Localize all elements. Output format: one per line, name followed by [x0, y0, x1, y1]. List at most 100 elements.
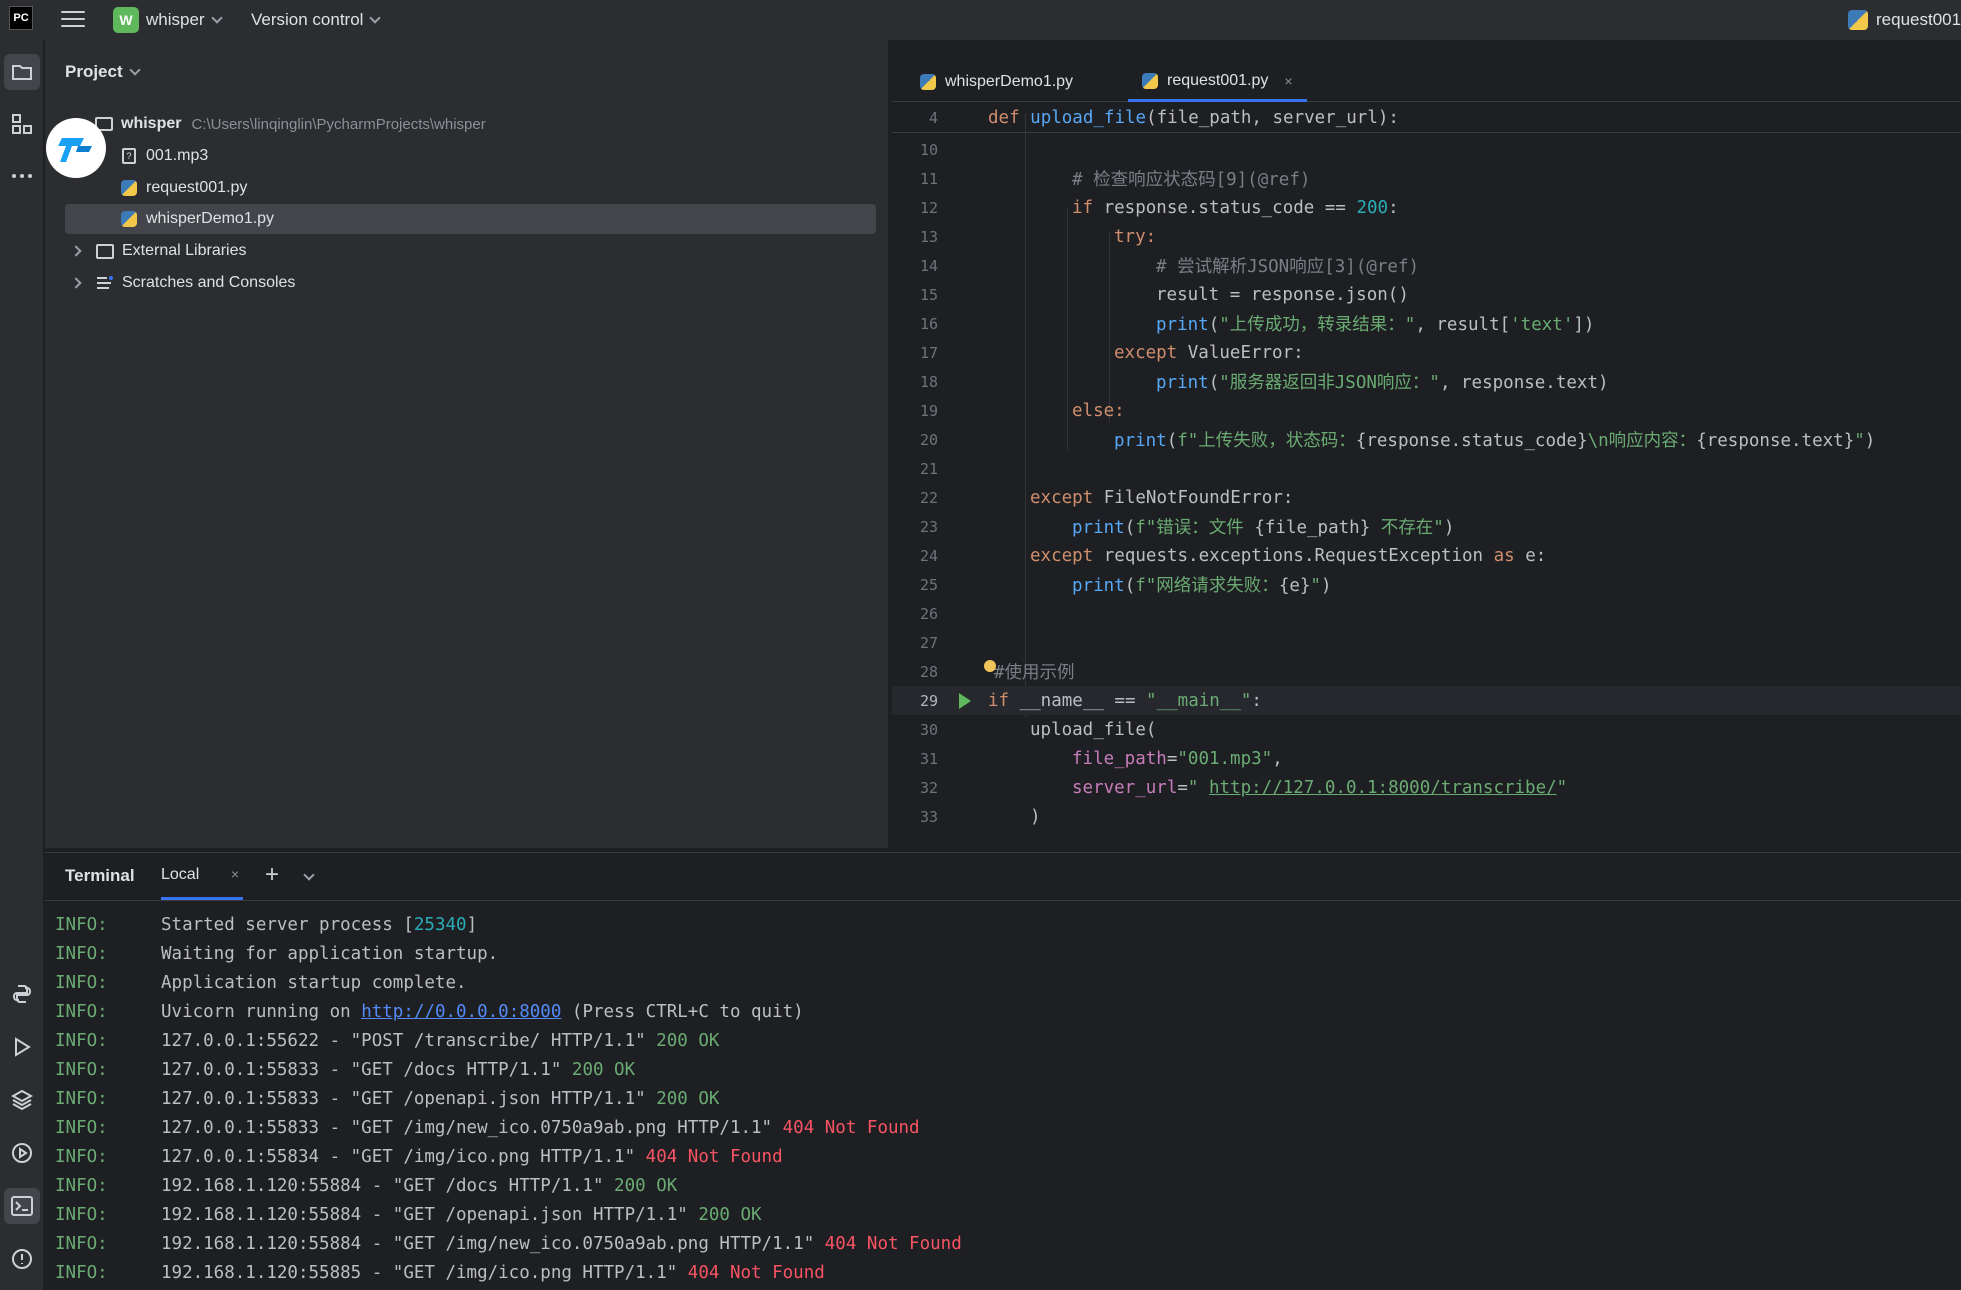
- tab-request001[interactable]: request001.py ×: [1128, 62, 1307, 102]
- tree-item-001-mp3[interactable]: ? 001.mp3: [120, 141, 208, 171]
- terminal-line: INFO: 127.0.0.1:55833 - "GET /openapi.jso…: [55, 1088, 720, 1109]
- terminal-tab-local[interactable]: Local: [161, 866, 199, 884]
- line-number: 20: [919, 430, 938, 449]
- python-file-icon: [1142, 72, 1158, 89]
- project-badge-icon[interactable]: W: [113, 7, 139, 33]
- code-line-current[interactable]: 29 if __name__ == "__main__":: [892, 686, 1961, 715]
- code-line[interactable]: 19 else:: [892, 396, 1961, 425]
- terminal-line: INFO: Application startup complete.: [55, 972, 467, 993]
- run-tool-button[interactable]: [4, 1029, 40, 1065]
- line-number: 21: [919, 459, 938, 478]
- code-line[interactable]: 21: [892, 454, 1961, 483]
- vcs-label: Version control: [251, 10, 364, 29]
- tree-item-whisperdemo1[interactable]: whisperDemo1.py: [65, 204, 876, 234]
- python-console-button[interactable]: [4, 976, 40, 1012]
- close-icon[interactable]: ×: [1284, 73, 1292, 89]
- code-line[interactable]: 14 # 尝试解析JSON响应[3](@ref): [892, 251, 1961, 280]
- run-config-selector[interactable]: request001: [1848, 10, 1961, 30]
- services-tool-button[interactable]: [4, 1135, 40, 1171]
- terminal-line: INFO: 127.0.0.1:55833 - "GET /docs HTTP/1…: [55, 1059, 636, 1080]
- line-number: 22: [919, 488, 938, 507]
- code-line[interactable]: 27: [892, 628, 1961, 657]
- line-number: 11: [919, 169, 938, 188]
- problems-tool-button[interactable]: [4, 1241, 40, 1277]
- left-tool-strip: [0, 40, 44, 1290]
- scratches-icon: [96, 274, 114, 292]
- terminal-line: INFO: Waiting for application startup.: [55, 943, 499, 964]
- editor-tabs: whisperDemo1.py request001.py ×: [892, 40, 1961, 102]
- run-gutter-icon[interactable]: [959, 692, 971, 709]
- editor-area: whisperDemo1.py request001.py × 4 def upl…: [892, 40, 1961, 848]
- tree-item-label: whisperDemo1.py: [146, 210, 275, 227]
- code-line[interactable]: 32 server_url=" http://127.0.0.1:8000/tra…: [892, 773, 1961, 802]
- code-line[interactable]: 25 print(f"网络请求失败：{e}"): [892, 570, 1961, 599]
- chevron-down-icon: [128, 64, 141, 76]
- tree-item-scratches[interactable]: Scratches and Consoles: [70, 268, 296, 298]
- terminal-title[interactable]: Terminal: [65, 866, 135, 886]
- structure-icon: [12, 114, 32, 134]
- tree-item-label: request001.py: [146, 179, 248, 196]
- version-control-menu[interactable]: Version control: [251, 10, 382, 30]
- code-line[interactable]: 20 print(f"上传失败，状态码：{response.status_code…: [892, 425, 1961, 454]
- layers-tool-button[interactable]: [4, 1082, 40, 1118]
- code-line[interactable]: 30 upload_file(: [892, 715, 1961, 744]
- new-terminal-icon[interactable]: +: [265, 861, 279, 889]
- code-line[interactable]: 11 # 检查响应状态码[9](@ref): [892, 164, 1961, 193]
- tree-item-label: Scratches and Consoles: [122, 274, 296, 291]
- python-file-icon: [920, 74, 936, 90]
- terminal-tool-button[interactable]: [4, 1188, 40, 1224]
- code-line[interactable]: 10: [892, 135, 1961, 164]
- tree-item-external-libraries[interactable]: External Libraries: [70, 236, 247, 266]
- code-line[interactable]: 31 file_path="001.mp3",: [892, 744, 1961, 773]
- code-line[interactable]: 16 print("上传成功，转录结果：", result['text']): [892, 309, 1961, 338]
- terminal-line: INFO: Uvicorn running on http://0.0.0.0:8…: [55, 1001, 804, 1022]
- python-file-icon: [1848, 10, 1868, 30]
- sticky-line[interactable]: 4 def upload_file(file_path, server_url):: [892, 103, 1961, 132]
- tree-root-whisper[interactable]: whisper C:\Users\linqinglin\PycharmProje…: [95, 109, 486, 139]
- code-line[interactable]: 33): [892, 802, 1961, 831]
- code-line[interactable]: 13 try:: [892, 222, 1961, 251]
- run-icon: [15, 1037, 31, 1057]
- terminal-panel: Terminal Local × + INFO: Started server p…: [45, 852, 1961, 1290]
- code-editor[interactable]: 4 def upload_file(file_path, server_url):…: [892, 103, 1961, 848]
- python-file-icon: [120, 179, 138, 197]
- tab-label: whisperDemo1.py: [945, 73, 1074, 90]
- close-icon[interactable]: ×: [231, 866, 239, 882]
- unknown-file-icon: ?: [120, 147, 138, 165]
- title-bar: PC W whisper Version control request001: [0, 0, 1961, 40]
- tab-whisperdemo1[interactable]: whisperDemo1.py: [906, 62, 1087, 102]
- code-line[interactable]: 24 except requests.exceptions.RequestExce…: [892, 541, 1961, 570]
- chevron-right-icon[interactable]: [70, 277, 82, 289]
- line-number: 18: [919, 372, 938, 391]
- line-number: 24: [919, 546, 938, 565]
- assistant-avatar-icon[interactable]: [46, 118, 106, 178]
- more-tools-button[interactable]: [4, 158, 40, 194]
- project-tool-button[interactable]: [4, 54, 40, 90]
- tree-item-request001[interactable]: request001.py: [120, 173, 247, 203]
- code-line[interactable]: 12 if response.status_code == 200:: [892, 193, 1961, 222]
- line-number: 31: [919, 749, 938, 768]
- chevron-right-icon[interactable]: [70, 245, 82, 257]
- code-line[interactable]: 28 #使用示例: [892, 657, 1961, 686]
- chevron-down-icon: [210, 12, 223, 24]
- chevron-down-icon: [369, 12, 382, 24]
- code-line[interactable]: 26: [892, 599, 1961, 628]
- main-menu-icon[interactable]: [61, 8, 85, 30]
- code-line[interactable]: 17 except ValueError:: [892, 338, 1961, 367]
- line-number: 28: [919, 662, 938, 681]
- chevron-down-icon[interactable]: [303, 869, 315, 887]
- project-panel-title[interactable]: Project: [65, 62, 141, 82]
- code-line[interactable]: 15 result = response.json(): [892, 280, 1961, 309]
- lightbulb-icon[interactable]: [984, 659, 996, 672]
- server-url-link[interactable]: http://0.0.0.0:8000: [361, 1002, 561, 1022]
- terminal-line: INFO: 127.0.0.1:55833 - "GET /img/new_ico…: [55, 1117, 920, 1138]
- run-config-label: request001: [1876, 10, 1961, 29]
- line-number: 25: [919, 575, 938, 594]
- code-line[interactable]: 23 print(f"错误：文件 {file_path} 不存在"): [892, 512, 1961, 541]
- code-line[interactable]: 22 except FileNotFoundError:: [892, 483, 1961, 512]
- structure-tool-button[interactable]: [4, 106, 40, 142]
- project-switcher[interactable]: whisper: [146, 10, 223, 30]
- line-number: 14: [919, 256, 938, 275]
- code-line[interactable]: 18 print("服务器返回非JSON响应：", response.text): [892, 367, 1961, 396]
- tree-item-label: External Libraries: [122, 242, 247, 259]
